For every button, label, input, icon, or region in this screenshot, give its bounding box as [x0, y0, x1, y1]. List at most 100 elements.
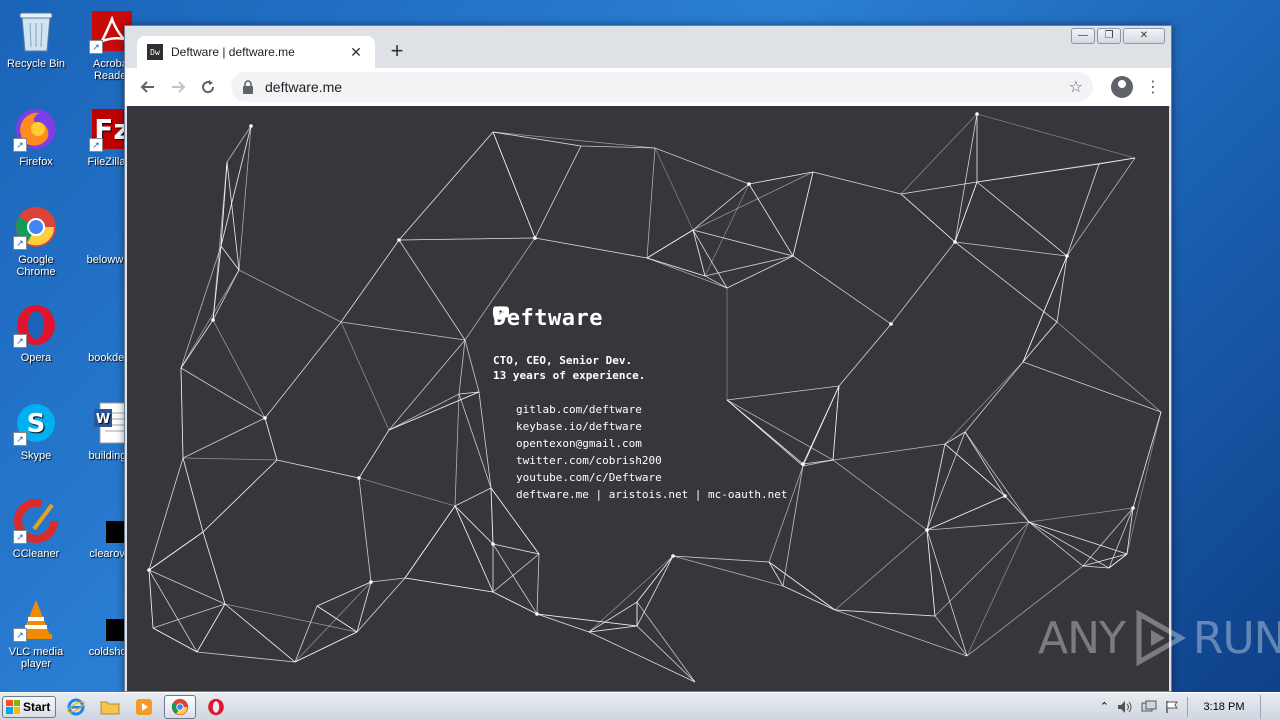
network-line: [294, 631, 358, 663]
show-desktop-button[interactable]: [1260, 694, 1274, 719]
shortcut-arrow-icon: ↗: [89, 40, 103, 54]
action-center-flag-icon[interactable]: [1165, 700, 1179, 714]
recycle-bin-icon: [13, 8, 59, 54]
network-line: [692, 229, 728, 289]
network-line: [492, 553, 540, 593]
network-line: [478, 391, 492, 489]
menu-dots-icon[interactable]: ⋮: [1143, 77, 1163, 97]
network-line: [404, 577, 494, 593]
tab-close-icon[interactable]: ✕: [347, 44, 365, 61]
network-line: [226, 125, 252, 163]
shortcut-arrow-icon: ↗: [89, 138, 103, 152]
close-window-button[interactable]: ✕: [1123, 28, 1165, 44]
network-line: [148, 457, 184, 571]
clock[interactable]: 3:18 PM: [1196, 701, 1252, 713]
restore-button[interactable]: ❐: [1097, 28, 1121, 44]
media-player-icon: [136, 698, 152, 715]
forward-arrow-icon: [172, 81, 186, 93]
profile-avatar-icon[interactable]: [1111, 76, 1133, 98]
network-line: [340, 239, 400, 323]
desktop-icon-skype[interactable]: S ↗ Skype: [0, 400, 72, 462]
taskbar-media-player[interactable]: [130, 695, 158, 719]
link-email[interactable]: opentexon@gmail.com: [493, 306, 788, 452]
shortcut-arrow-icon: ↗: [13, 530, 27, 544]
link-twitter[interactable]: twitter.com/cobrish200: [493, 306, 788, 469]
network-line: [768, 561, 836, 611]
network-line: [202, 459, 278, 533]
network-line: [646, 257, 728, 289]
network-line: [900, 193, 956, 243]
network-node: [671, 554, 675, 558]
desktop-icon-opera[interactable]: ↗ Opera: [0, 302, 72, 364]
network-line: [202, 531, 226, 605]
desktop-icon-recycle-bin[interactable]: Recycle Bin: [0, 8, 72, 70]
network-line: [148, 569, 198, 653]
taskbar-chrome[interactable]: [164, 694, 196, 719]
network-line: [636, 625, 696, 683]
tagline-role: CTO, CEO, Senior Dev.: [493, 354, 633, 367]
minimize-button[interactable]: —: [1071, 28, 1095, 44]
network-line: [832, 443, 946, 461]
network-line: [454, 505, 494, 593]
desktop-icon-label: CCleaner: [12, 548, 60, 560]
network-line: [934, 615, 968, 657]
network-node: [533, 236, 537, 240]
tab-deftware[interactable]: Dw Deftware | deftware.me ✕: [137, 36, 375, 68]
new-tab-button[interactable]: +: [383, 38, 411, 66]
link-text: opentexon@gmail.com: [516, 437, 642, 450]
network-node: [1065, 254, 1069, 258]
link-text: keybase.io/deftware: [516, 420, 642, 433]
network-line: [224, 603, 296, 663]
taskbar-ie[interactable]: [62, 695, 90, 719]
network-line: [212, 319, 266, 419]
desktop-icon-ccleaner[interactable]: ↗ CCleaner: [0, 498, 72, 560]
shortcut-arrow-icon: ↗: [13, 432, 27, 446]
network-line: [1028, 521, 1084, 567]
link-keybase[interactable]: keybase.io/deftware: [493, 307, 788, 435]
network-line: [964, 361, 1024, 433]
network-line: [646, 257, 706, 277]
github-icon: [493, 306, 511, 417]
address-bar[interactable]: deftware.me ☆: [231, 72, 1093, 102]
network-line: [976, 113, 1136, 159]
tray-expand-icon[interactable]: ⌃: [1100, 700, 1109, 713]
start-button[interactable]: Start: [2, 695, 56, 718]
svg-text:W: W: [96, 412, 110, 427]
desktop-icon-vlc[interactable]: ↗ VLC media player: [0, 596, 72, 670]
deftware-favicon-icon: Dw: [147, 44, 163, 60]
link-websites[interactable]: deftware.me | aristois.net | mc-oauth.ne…: [493, 306, 788, 503]
network-node: [975, 112, 979, 116]
network-node: [801, 462, 805, 466]
network-line: [748, 183, 794, 257]
taskbar-opera[interactable]: [202, 695, 230, 719]
desktop-icon-firefox[interactable]: ↗ Firefox: [0, 106, 72, 168]
network-line: [152, 603, 226, 629]
bookmark-star-icon[interactable]: ☆: [1069, 77, 1083, 97]
link-youtube[interactable]: youtube.com/c/Deftware: [493, 306, 788, 486]
taskbar-explorer[interactable]: [96, 695, 124, 719]
network-line: [636, 555, 674, 627]
network-line: [900, 181, 978, 195]
back-button[interactable]: [133, 72, 163, 102]
network-line: [358, 429, 390, 479]
network-icon[interactable]: [1141, 700, 1157, 714]
network-line: [692, 171, 814, 231]
network-line: [834, 609, 968, 657]
start-label: Start: [23, 699, 51, 714]
reload-button[interactable]: [193, 72, 223, 102]
link-gitlab[interactable]: gitlab.com/deftware: [493, 306, 788, 418]
network-line: [588, 631, 696, 683]
network-line: [966, 521, 1030, 657]
network-line: [1022, 255, 1068, 363]
opera-icon: [208, 698, 224, 715]
network-line: [1028, 507, 1134, 523]
forward-button[interactable]: [163, 72, 193, 102]
network-node: [263, 416, 267, 420]
desktop-icon-google-chrome[interactable]: ↗ Google Chrome: [0, 204, 72, 278]
tagline-experience: 13 years of experience.: [493, 369, 646, 382]
network-line: [358, 477, 372, 583]
network-line: [180, 367, 184, 459]
network-line: [238, 269, 342, 323]
network-line: [180, 319, 214, 369]
volume-icon[interactable]: [1117, 700, 1133, 714]
